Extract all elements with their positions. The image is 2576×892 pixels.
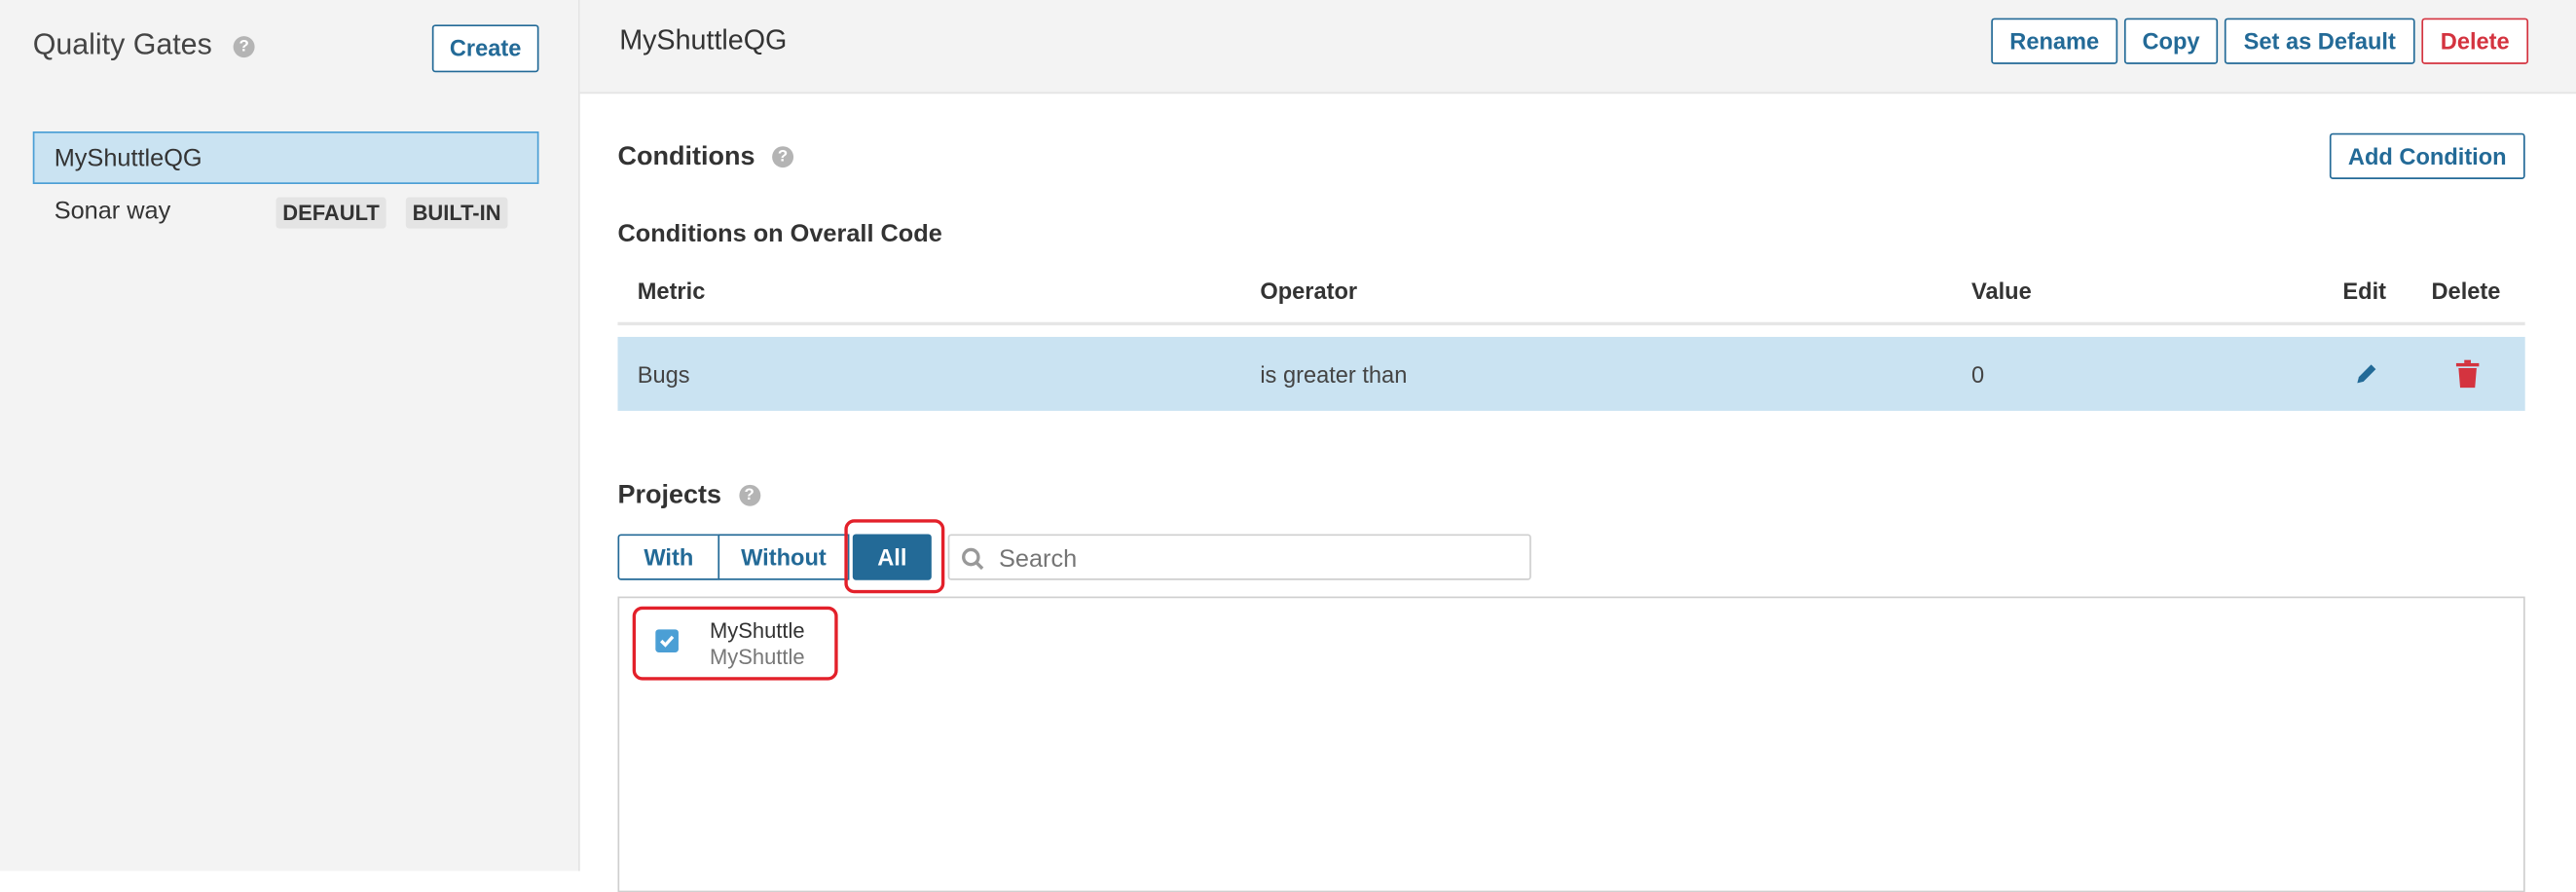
highlight-annotation <box>632 606 838 681</box>
search-icon <box>962 547 984 571</box>
default-badge: DEFAULT <box>276 197 386 229</box>
condition-metric: Bugs <box>637 361 690 389</box>
projects-heading: Projects ? <box>618 481 760 510</box>
conditions-subtitle: Conditions on Overall Code <box>617 220 942 248</box>
create-button[interactable]: Create <box>431 24 539 73</box>
sidebar-title: Quality Gates ? <box>33 28 255 62</box>
gate-item-myshuttleqg[interactable]: MyShuttleQG <box>32 131 539 184</box>
rename-button[interactable]: Rename <box>1991 18 2118 64</box>
help-icon[interactable]: ? <box>772 146 794 168</box>
table-row <box>617 336 2525 411</box>
sidebar: Quality Gates ? Create MyShuttleQG Sonar… <box>0 0 580 872</box>
set-as-default-button[interactable]: Set as Default <box>2224 18 2415 64</box>
help-icon[interactable]: ? <box>233 35 255 57</box>
column-delete: Delete <box>2431 278 2501 305</box>
gate-name: Sonar way <box>54 197 171 226</box>
filter-with-button[interactable]: With <box>617 534 720 580</box>
search-input[interactable] <box>995 539 1512 578</box>
pencil-icon[interactable] <box>2354 361 2378 386</box>
built-in-badge: BUILT-IN <box>405 197 508 229</box>
condition-value: 0 <box>1971 361 1985 389</box>
projects-list: MyShuttle MyShuttle <box>617 596 2525 892</box>
filter-without-button[interactable]: Without <box>718 534 850 580</box>
column-metric: Metric <box>637 278 706 305</box>
trash-icon[interactable] <box>2455 359 2480 389</box>
table-divider <box>617 321 2525 326</box>
conditions-heading: Conditions ? <box>618 143 794 172</box>
conditions-title: Conditions <box>617 142 755 171</box>
add-condition-button[interactable]: Add Condition <box>2329 132 2525 179</box>
column-value: Value <box>1971 278 2032 305</box>
projects-title: Projects <box>617 481 722 510</box>
column-edit: Edit <box>2342 278 2387 305</box>
copy-button[interactable]: Copy <box>2123 18 2219 64</box>
delete-gate-button[interactable]: Delete <box>2421 18 2529 64</box>
sidebar-title-text: Quality Gates <box>32 27 212 61</box>
condition-operator: is greater than <box>1260 361 1408 389</box>
gate-header: MyShuttleQG Rename Copy Set as Default D… <box>579 0 2576 94</box>
help-icon[interactable]: ? <box>738 485 760 507</box>
page-title: MyShuttleQG <box>619 24 788 56</box>
search-box[interactable] <box>947 534 1531 580</box>
highlight-annotation <box>844 519 945 594</box>
gate-name: MyShuttleQG <box>54 144 202 173</box>
column-operator: Operator <box>1260 278 1358 305</box>
